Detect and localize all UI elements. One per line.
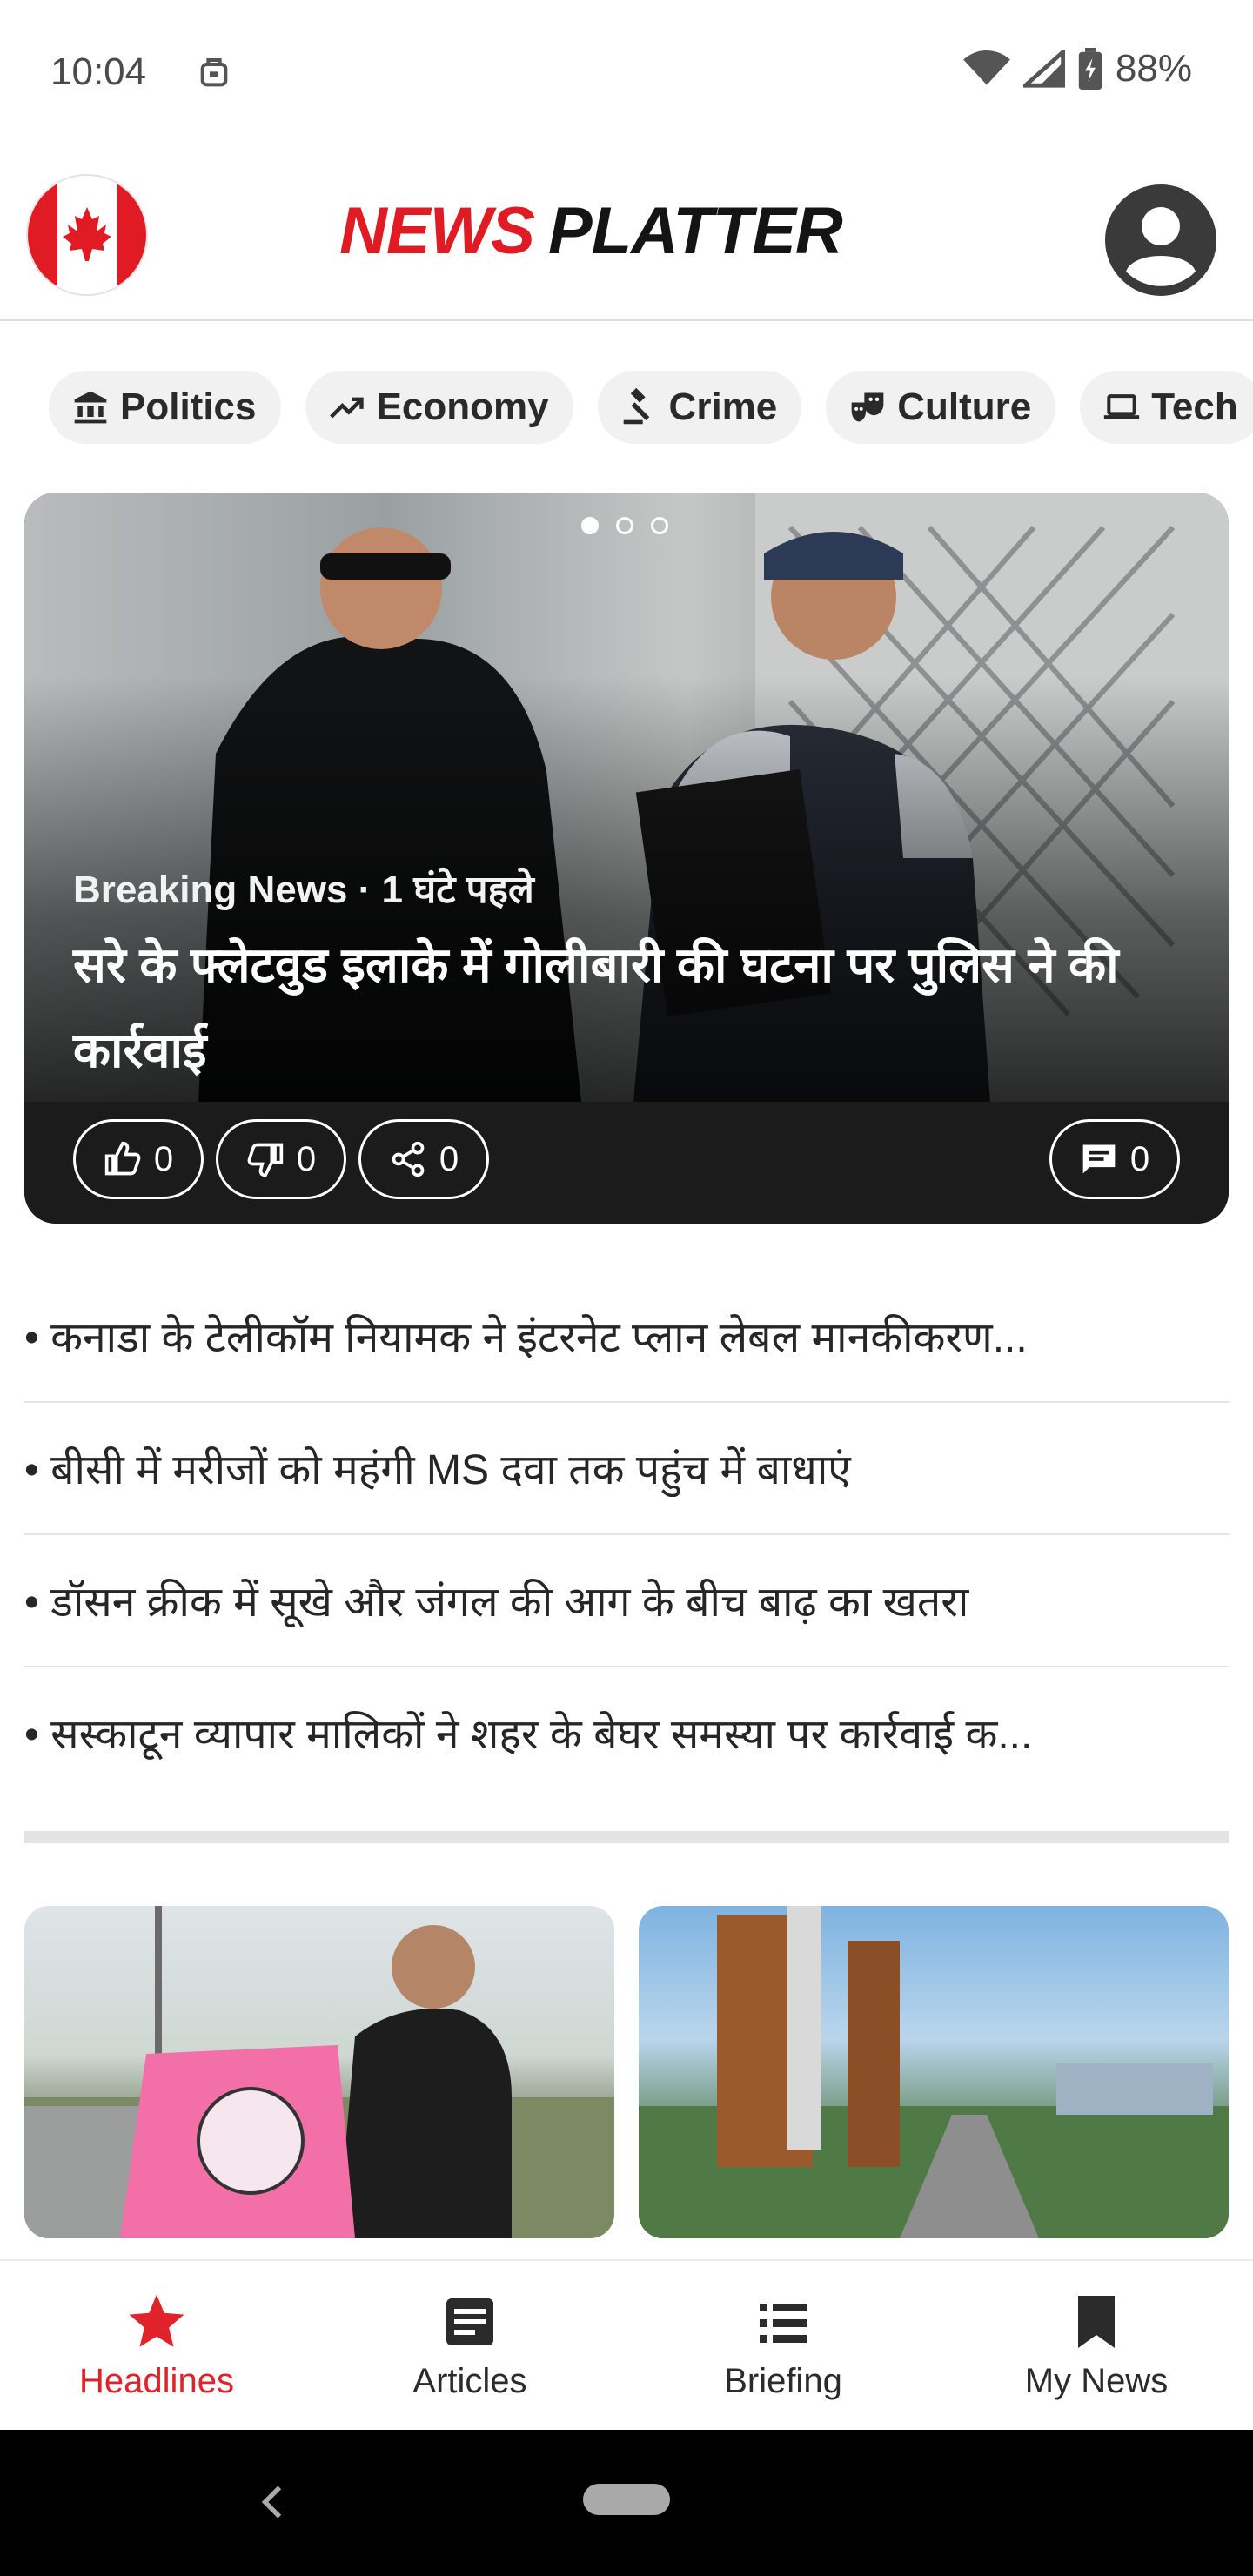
chip-politics[interactable]: Politics — [49, 371, 281, 444]
list-item[interactable]: • डॉसन क्रीक में सूखे और जंगल की आग के ब… — [24, 1535, 1229, 1667]
list-item[interactable]: • सस्काटून व्यापार मालिकों ने शहर के बेघ… — [24, 1667, 1229, 1798]
wifi-icon — [963, 50, 1010, 85]
bank-icon — [74, 391, 107, 424]
logo-platter-text: PLATTER — [548, 194, 843, 268]
article-icon — [446, 2298, 493, 2345]
comment-icon — [1082, 1144, 1116, 1174]
carousel-indicator — [581, 517, 668, 534]
country-flag-button[interactable] — [26, 174, 148, 296]
chip-culture[interactable]: Culture — [826, 371, 1056, 444]
share-button[interactable]: 0 — [358, 1119, 489, 1199]
list-item[interactable]: • कनाडा के टेलीकॉम नियामक ने इंटरनेट प्ल… — [24, 1271, 1229, 1403]
story-title[interactable]: सरे के फ्लेटवुड इलाके में गोलीबारी की घट… — [73, 922, 1152, 1093]
bottom-navigation: Headlines Articles Briefing My News — [0, 2259, 1253, 2432]
battery-percent: 88% — [1115, 47, 1192, 90]
headline-text: • कनाडा के टेलीकॉम नियामक ने इंटरनेट प्ल… — [24, 1314, 1028, 1361]
headline-text: • सस्काटून व्यापार मालिकों ने शहर के बेघ… — [24, 1711, 1033, 1758]
carousel-dot[interactable] — [651, 517, 668, 534]
nav-headlines[interactable]: Headlines — [0, 2261, 313, 2432]
logo-news-text: NEWS — [339, 194, 535, 268]
system-navigation-bar — [0, 2430, 1253, 2576]
headline-list: • कनाडा के टेलीकॉम नियामक ने इंटरनेट प्ल… — [24, 1271, 1229, 1798]
carousel-dot[interactable] — [616, 517, 633, 534]
chip-label: Economy — [376, 386, 549, 428]
status-bar: 10:04 88% — [0, 0, 1253, 148]
app-logo: NEWS PLATTER — [339, 193, 843, 269]
chip-label: Tech — [1151, 386, 1238, 428]
trending-up-icon — [329, 397, 364, 419]
headline-text: • डॉसन क्रीक में सूखे और जंगल की आग के ब… — [24, 1579, 969, 1626]
nav-label: My News — [1024, 2362, 1169, 2400]
account-avatar-icon[interactable] — [1105, 184, 1216, 296]
canada-flag-icon — [28, 176, 146, 294]
section-divider — [24, 1831, 1229, 1843]
carousel-dot-active[interactable] — [581, 517, 599, 534]
chip-economy[interactable]: Economy — [305, 371, 573, 444]
like-count: 0 — [153, 1139, 174, 1178]
headline-text: • बीसी में मरीजों को महंगी MS दवा तक पहु… — [24, 1446, 851, 1493]
nav-my-news[interactable]: My News — [940, 2261, 1253, 2432]
nav-label: Briefing — [724, 2362, 842, 2400]
battery-icon — [1078, 48, 1102, 90]
thumbs-down-icon — [247, 1143, 284, 1177]
back-icon[interactable] — [252, 2480, 296, 2524]
featured-story-card[interactable]: Breaking News · 1 घंटे पहले सरे के फ्लेट… — [24, 493, 1229, 1224]
chip-label: Culture — [897, 386, 1032, 428]
nav-label: Articles — [412, 2362, 527, 2400]
thumbnail-image — [24, 1906, 614, 2238]
dislike-count: 0 — [296, 1139, 317, 1178]
dislike-button[interactable]: 0 — [216, 1119, 346, 1199]
laptop-icon — [1104, 394, 1140, 419]
home-pill[interactable] — [583, 2484, 670, 2515]
story-action-bar: 0 0 0 0 — [24, 1102, 1229, 1224]
star-icon — [129, 2294, 184, 2347]
gavel-icon — [623, 388, 649, 425]
status-right: 88% — [962, 47, 1192, 91]
thumbnail-image — [639, 1906, 1229, 2238]
chip-label: Politics — [120, 386, 257, 428]
nav-label: Headlines — [79, 2362, 234, 2400]
theater-masks-icon — [851, 392, 884, 422]
list-item[interactable]: • बीसी में मरीजों को महंगी MS दवा तक पहु… — [24, 1403, 1229, 1535]
list-icon — [760, 2304, 807, 2343]
status-time: 10:04 — [50, 50, 147, 93]
comments-button[interactable]: 0 — [1049, 1119, 1180, 1199]
chip-crime[interactable]: Crime — [597, 371, 802, 444]
category-chips: Politics Economy Crime Culture Tech — [49, 371, 1253, 444]
nav-articles[interactable]: Articles — [313, 2261, 626, 2432]
share-count: 0 — [439, 1139, 459, 1178]
app-header: NEWS PLATTER — [0, 148, 1253, 321]
chip-label: Crime — [668, 386, 778, 428]
thumbs-up-icon — [104, 1141, 141, 1176]
story-meta: Breaking News · 1 घंटे पहले — [73, 869, 534, 911]
like-button[interactable]: 0 — [73, 1119, 204, 1199]
comment-count: 0 — [1129, 1139, 1150, 1178]
screenshot-notification-icon — [200, 58, 228, 87]
bookmark-icon — [1078, 2296, 1115, 2348]
story-thumbnail[interactable] — [24, 1906, 614, 2238]
nav-briefing[interactable]: Briefing — [626, 2261, 940, 2432]
story-thumbnail[interactable] — [639, 1906, 1229, 2238]
share-icon — [392, 1141, 425, 1177]
chip-tech[interactable]: Tech — [1080, 371, 1253, 444]
signal-icon — [1022, 50, 1065, 88]
